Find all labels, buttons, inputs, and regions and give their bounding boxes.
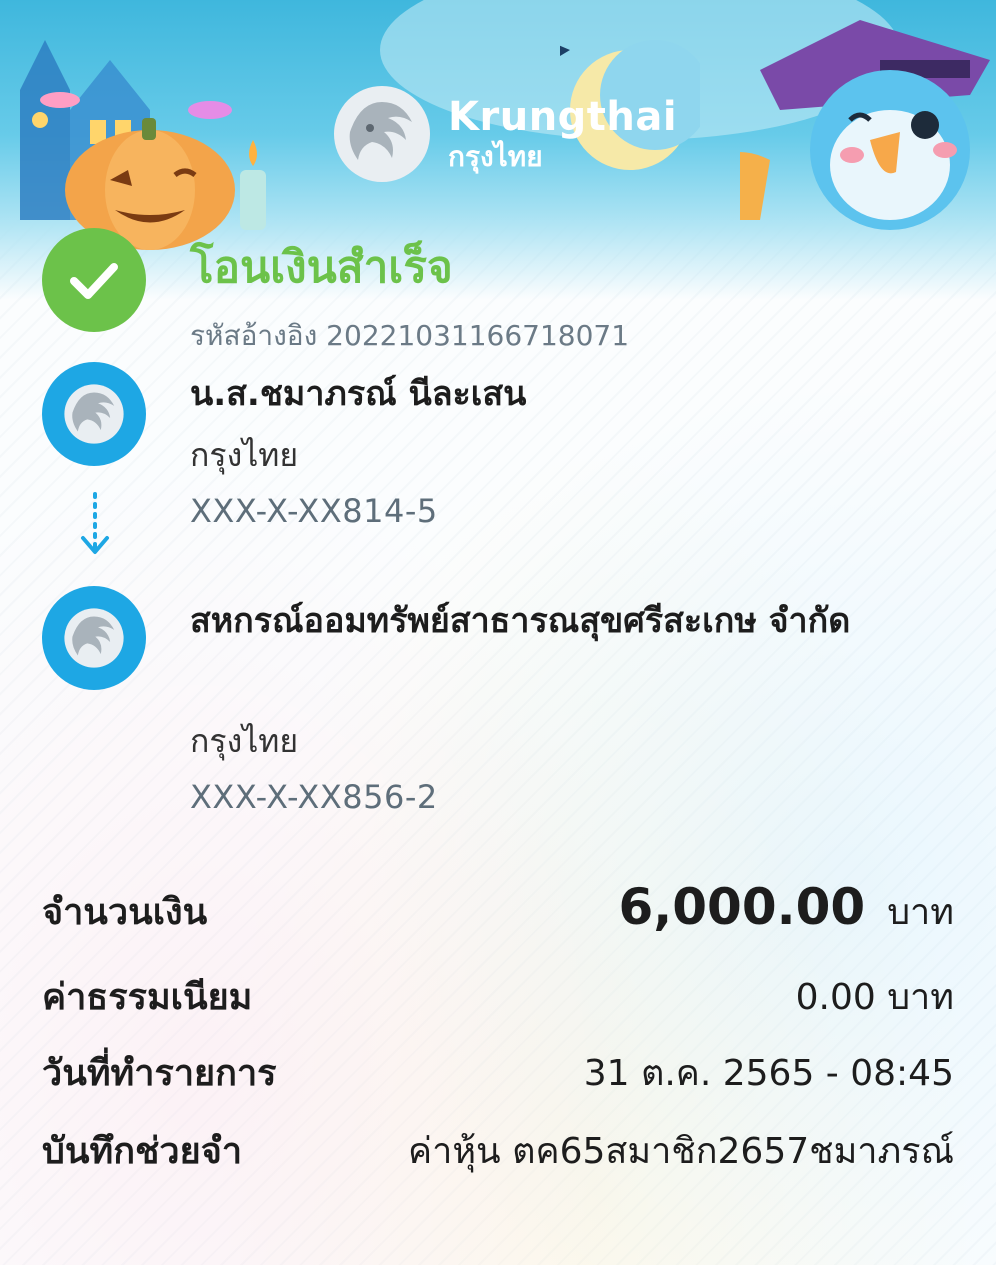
fee-label: ค่าธรรมเนียม [42, 977, 253, 1018]
date-row: วันที่ทำรายการ 31 ต.ค. 2565 - 08:45 [42, 1044, 954, 1101]
brand-name-th: กรุงไทย [448, 140, 543, 173]
bird-mascot-illustration [740, 20, 990, 230]
halloween-banner: Krungthai กรุงไทย [0, 0, 996, 300]
transfer-arrow-down-icon [81, 492, 109, 554]
amount-row: จำนวนเงิน 6,000.00 บาท [42, 878, 954, 940]
receiver-account-number: XXX-X-XX856-2 [190, 778, 438, 816]
note-label: บันทึกช่วยจำ [42, 1131, 243, 1172]
receiver-bank-name: กรุงไทย [190, 722, 299, 760]
reference-number: รหัสอ้างอิง 2022103116671807​1 [190, 319, 630, 352]
amount-value-group: 6,000.00 บาท [618, 878, 954, 940]
amount-value: 6,000.00 [618, 878, 866, 936]
receiver-name: สหกรณ์ออมทรัพย์สาธารณสุขศรีสะเกษ จำกัด [190, 601, 851, 641]
date-label: วันที่ทำรายการ [42, 1053, 277, 1094]
note-value: ค่าหุ้น ตค65สมาชิก2657ชมาภรณ์ [408, 1131, 954, 1172]
brand-name-en: Krungthai [448, 94, 678, 140]
krungthai-bird-icon [64, 384, 124, 444]
sender-bank-logo [42, 362, 146, 466]
sender-bank-name: กรุงไทย [190, 436, 299, 474]
transfer-status-title: โอนเงินสำเร็จ [190, 242, 453, 293]
krungthai-bird-emblem-icon [334, 86, 430, 182]
amount-unit: บาท [887, 892, 954, 933]
sender-name: น.ส.ชมาภรณ์ นีละเสน [190, 374, 527, 414]
sender-account-number: XXX-X-XX814-5 [190, 492, 438, 530]
fee-row: ค่าธรรมเนียม 0.00 บาท [42, 968, 954, 1025]
amount-label: จำนวนเงิน [42, 892, 208, 933]
receiver-bank-logo [42, 586, 146, 690]
success-check-icon [42, 228, 146, 332]
note-row: บันทึกช่วยจำ ค่าหุ้น ตค65สมาชิก2657ชมาภร… [42, 1122, 954, 1179]
krungthai-logo: Krungthai กรุงไทย [330, 82, 677, 186]
checkmark-icon [70, 263, 118, 299]
fee-value: 0.00 บาท [795, 977, 954, 1018]
krungthai-bird-icon [64, 608, 124, 668]
date-value: 31 ต.ค. 2565 - 08:45 [583, 1053, 954, 1094]
